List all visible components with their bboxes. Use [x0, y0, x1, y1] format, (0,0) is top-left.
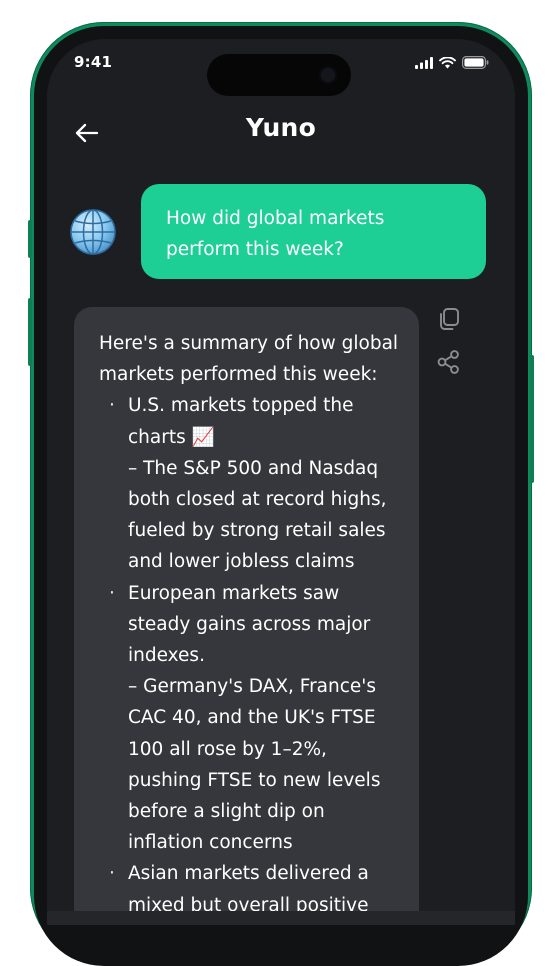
list-item: U.S. markets topped the charts 📈 – The S…	[99, 390, 399, 577]
side-button-left-bottom	[28, 298, 32, 366]
avatar	[69, 208, 117, 256]
app-screen: 9:41 Yuno How did global markets perform…	[47, 39, 515, 925]
user-message-bubble: How did global markets perform this week…	[141, 184, 486, 279]
reply-list: U.S. markets topped the charts 📈 – The S…	[99, 390, 399, 925]
page-title: Yuno	[245, 113, 317, 142]
status-time: 9:41	[74, 53, 113, 71]
cellular-signal-icon	[415, 56, 433, 69]
list-item-detail: – Germany's DAX, France's CAC 40, and th…	[128, 676, 381, 854]
list-item-headline: U.S. markets topped the charts 📈	[128, 395, 354, 448]
user-message-text: How did global markets perform this week…	[166, 208, 385, 260]
composer-edge	[47, 911, 515, 925]
status-bar: 9:41	[47, 39, 515, 96]
camera-icon	[319, 66, 337, 84]
share-icon	[437, 350, 459, 374]
assistant-message-bubble: Here's a summary of how global markets p…	[74, 307, 419, 925]
wifi-icon	[439, 56, 456, 68]
share-button[interactable]	[435, 348, 463, 376]
message-actions	[435, 305, 465, 391]
copy-icon	[440, 308, 459, 330]
list-item-headline: European markets saw steady gains across…	[128, 582, 371, 667]
globe-icon	[70, 209, 116, 255]
side-button-left-top	[28, 220, 32, 258]
assistant-intro-text: Here's a summary of how global markets p…	[99, 333, 399, 386]
battery-icon	[462, 56, 489, 69]
status-icons	[415, 56, 489, 69]
list-item: European markets saw steady gains across…	[99, 578, 399, 859]
dynamic-island	[207, 54, 351, 96]
nav-header: Yuno	[47, 109, 515, 153]
list-item-detail: – The S&P 500 and Nasdaq both closed at …	[128, 457, 387, 573]
side-button-right	[530, 355, 534, 483]
copy-button[interactable]	[435, 305, 463, 333]
